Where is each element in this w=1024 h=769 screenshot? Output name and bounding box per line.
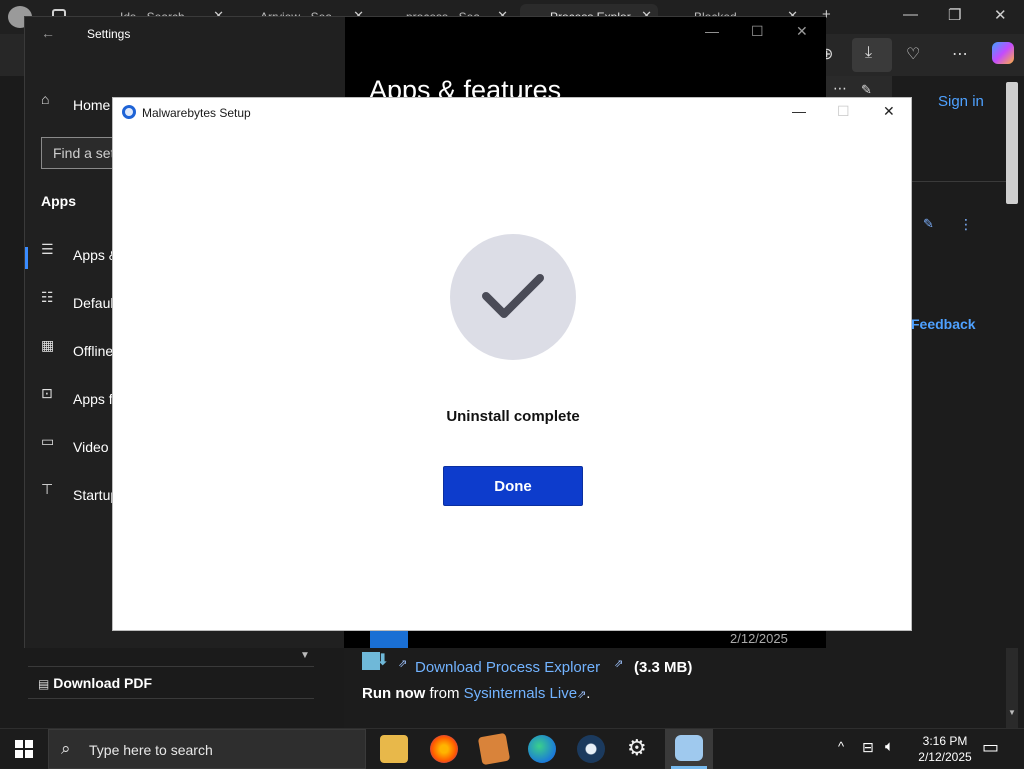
done-button[interactable]: Done — [443, 466, 583, 506]
pdf-icon: ▤ — [38, 677, 50, 691]
uninstall-status-text: Uninstall complete — [446, 408, 580, 425]
sidebar-item-offline-maps[interactable]: ▦Offline maps — [41, 337, 151, 367]
taskbar-item-active[interactable] — [665, 729, 713, 769]
run-now-suffix: . — [586, 685, 591, 702]
apps-features-icon: ☰ — [41, 241, 54, 257]
search-icon: ⌕ — [61, 739, 71, 758]
taskbar: ⌕ Type here to search ⚙ ^ ⊟ 🔈︎ 3:16 PM 2… — [0, 728, 1024, 769]
sidebar-item-label: Home — [73, 97, 111, 113]
selection-indicator — [25, 247, 28, 269]
more-vertical-icon[interactable]: ⋮ — [959, 216, 973, 233]
section-heading: Apps — [41, 193, 76, 209]
run-now-label: Run now — [362, 685, 426, 702]
sidebar-item-video-playback[interactable]: ▭Video playback — [41, 433, 168, 463]
start-button[interactable] — [0, 729, 48, 769]
download-icon: ⤓ — [865, 44, 873, 61]
home-icon: ⌂ — [41, 91, 50, 107]
file-explorer-icon[interactable] — [380, 735, 408, 763]
settings-gear-icon[interactable]: ⚙ — [627, 735, 647, 761]
maximize-icon[interactable]: ☐ — [751, 23, 764, 40]
chevron-up-icon[interactable]: ^ — [838, 739, 844, 754]
offline-maps-icon: ▦ — [41, 337, 55, 353]
winrar-icon[interactable] — [477, 732, 511, 766]
run-now-from: from — [429, 685, 460, 702]
notification-icon[interactable]: ▭ — [982, 737, 999, 758]
dialog-title: Malwarebytes Setup — [142, 106, 251, 120]
minimize-icon[interactable]: — — [705, 23, 719, 39]
browser-page-left — [0, 76, 24, 728]
sidebar-item-apps-websites[interactable]: ⊡Apps for websites — [41, 385, 184, 415]
divider — [28, 698, 314, 699]
minimize-icon[interactable]: — — [903, 6, 918, 23]
sidebar-item-startup[interactable]: ⊤ Startup — [41, 481, 118, 511]
page-left-panel: ▼ ▤ Download PDF — [24, 648, 344, 728]
clock-time: 3:16 PM — [922, 734, 968, 748]
sidebar-item-default-apps[interactable]: ☷Default apps — [41, 289, 152, 319]
feedback-link[interactable]: Feedback — [911, 316, 976, 332]
scrollbar[interactable]: ▼ — [1006, 648, 1018, 728]
windows-logo-icon — [15, 740, 33, 758]
download-icon: ⬇ — [362, 650, 392, 672]
sidebar-item-apps-features[interactable]: ☰Apps & features — [41, 241, 173, 271]
downloads-button[interactable]: ⤓ — [852, 38, 892, 72]
search-placeholder: Type here to search — [89, 742, 213, 758]
settings-titlebar: ← Settings — ☐ ✕ — [25, 17, 826, 51]
volume-icon[interactable]: 🔈︎ — [885, 738, 894, 755]
startup-icon: ⊤ — [41, 481, 54, 497]
malwarebytes-logo-icon — [122, 105, 136, 119]
page-main-content: 2/12/2025 ⬇ ⇗ Download Process Explorer … — [344, 631, 1024, 728]
close-icon[interactable]: ✕ — [796, 23, 808, 40]
download-pdf-link[interactable]: ▤ Download PDF — [38, 675, 152, 691]
divider — [28, 666, 314, 667]
browser-essentials-icon[interactable]: ♡ — [906, 44, 920, 64]
scroll-down-icon[interactable]: ▼ — [1008, 708, 1016, 717]
app-icon — [370, 631, 408, 648]
sign-in-link[interactable]: Sign in — [938, 93, 984, 110]
network-icon[interactable]: ⊟ — [862, 739, 874, 756]
download-pdf-label: Download PDF — [53, 675, 153, 691]
copilot-icon[interactable] — [992, 42, 1014, 64]
app-install-date: 2/12/2025 — [730, 631, 788, 646]
settings-title: Settings — [87, 27, 131, 41]
taskbar-search-input[interactable]: ⌕ Type here to search — [48, 729, 366, 769]
malwarebytes-setup-dialog: Malwarebytes Setup — ☐ ✕ Uninstall compl… — [112, 97, 912, 631]
apps-websites-icon: ⊡ — [41, 385, 53, 401]
dialog-titlebar: Malwarebytes Setup — ☐ ✕ — [113, 98, 913, 128]
run-now-line: Run now from Sysinternals Live⇗. — [362, 685, 590, 702]
pin-icon[interactable]: ✎ — [861, 82, 872, 98]
success-check-icon — [450, 234, 576, 360]
clock-date: 2/12/2025 — [918, 750, 972, 764]
scrollbar-thumb[interactable] — [1006, 82, 1018, 204]
download-size: (3.3 MB) — [634, 659, 693, 676]
default-apps-icon: ☷ — [41, 289, 54, 305]
edge-icon[interactable] — [528, 735, 556, 763]
taskbar-clock[interactable]: 3:16 PM 2/12/2025 — [910, 733, 980, 765]
chevron-down-icon[interactable]: ▼ — [300, 650, 310, 661]
minimize-icon[interactable]: — — [792, 103, 806, 119]
back-icon[interactable]: ← — [41, 25, 55, 41]
download-process-explorer-link[interactable]: Download Process Explorer — [415, 659, 600, 676]
close-icon[interactable]: ✕ — [994, 6, 1007, 24]
malwarebytes-icon — [675, 735, 703, 761]
maximize-icon: ☐ — [837, 103, 850, 119]
firefox-icon[interactable] — [430, 735, 458, 763]
video-playback-icon: ▭ — [41, 433, 55, 449]
steam-icon[interactable] — [577, 735, 605, 763]
external-link-icon: ⇗ — [577, 689, 587, 701]
sysinternals-live-link[interactable]: Sysinternals Live — [464, 685, 577, 702]
app-list-row: 2/12/2025 — [344, 631, 825, 648]
more-icon[interactable]: ⋯ — [952, 44, 968, 64]
external-link-icon: ⇗ — [614, 658, 624, 670]
edit-icon[interactable]: ✎ — [923, 216, 934, 232]
more-icon[interactable]: ⋯ — [833, 80, 847, 97]
sidebar-item-home[interactable]: ⌂ Home — [41, 91, 110, 121]
close-icon[interactable]: ✕ — [883, 103, 895, 120]
external-link-icon: ⇗ — [398, 658, 408, 670]
restore-icon[interactable]: ❐ — [948, 6, 961, 24]
